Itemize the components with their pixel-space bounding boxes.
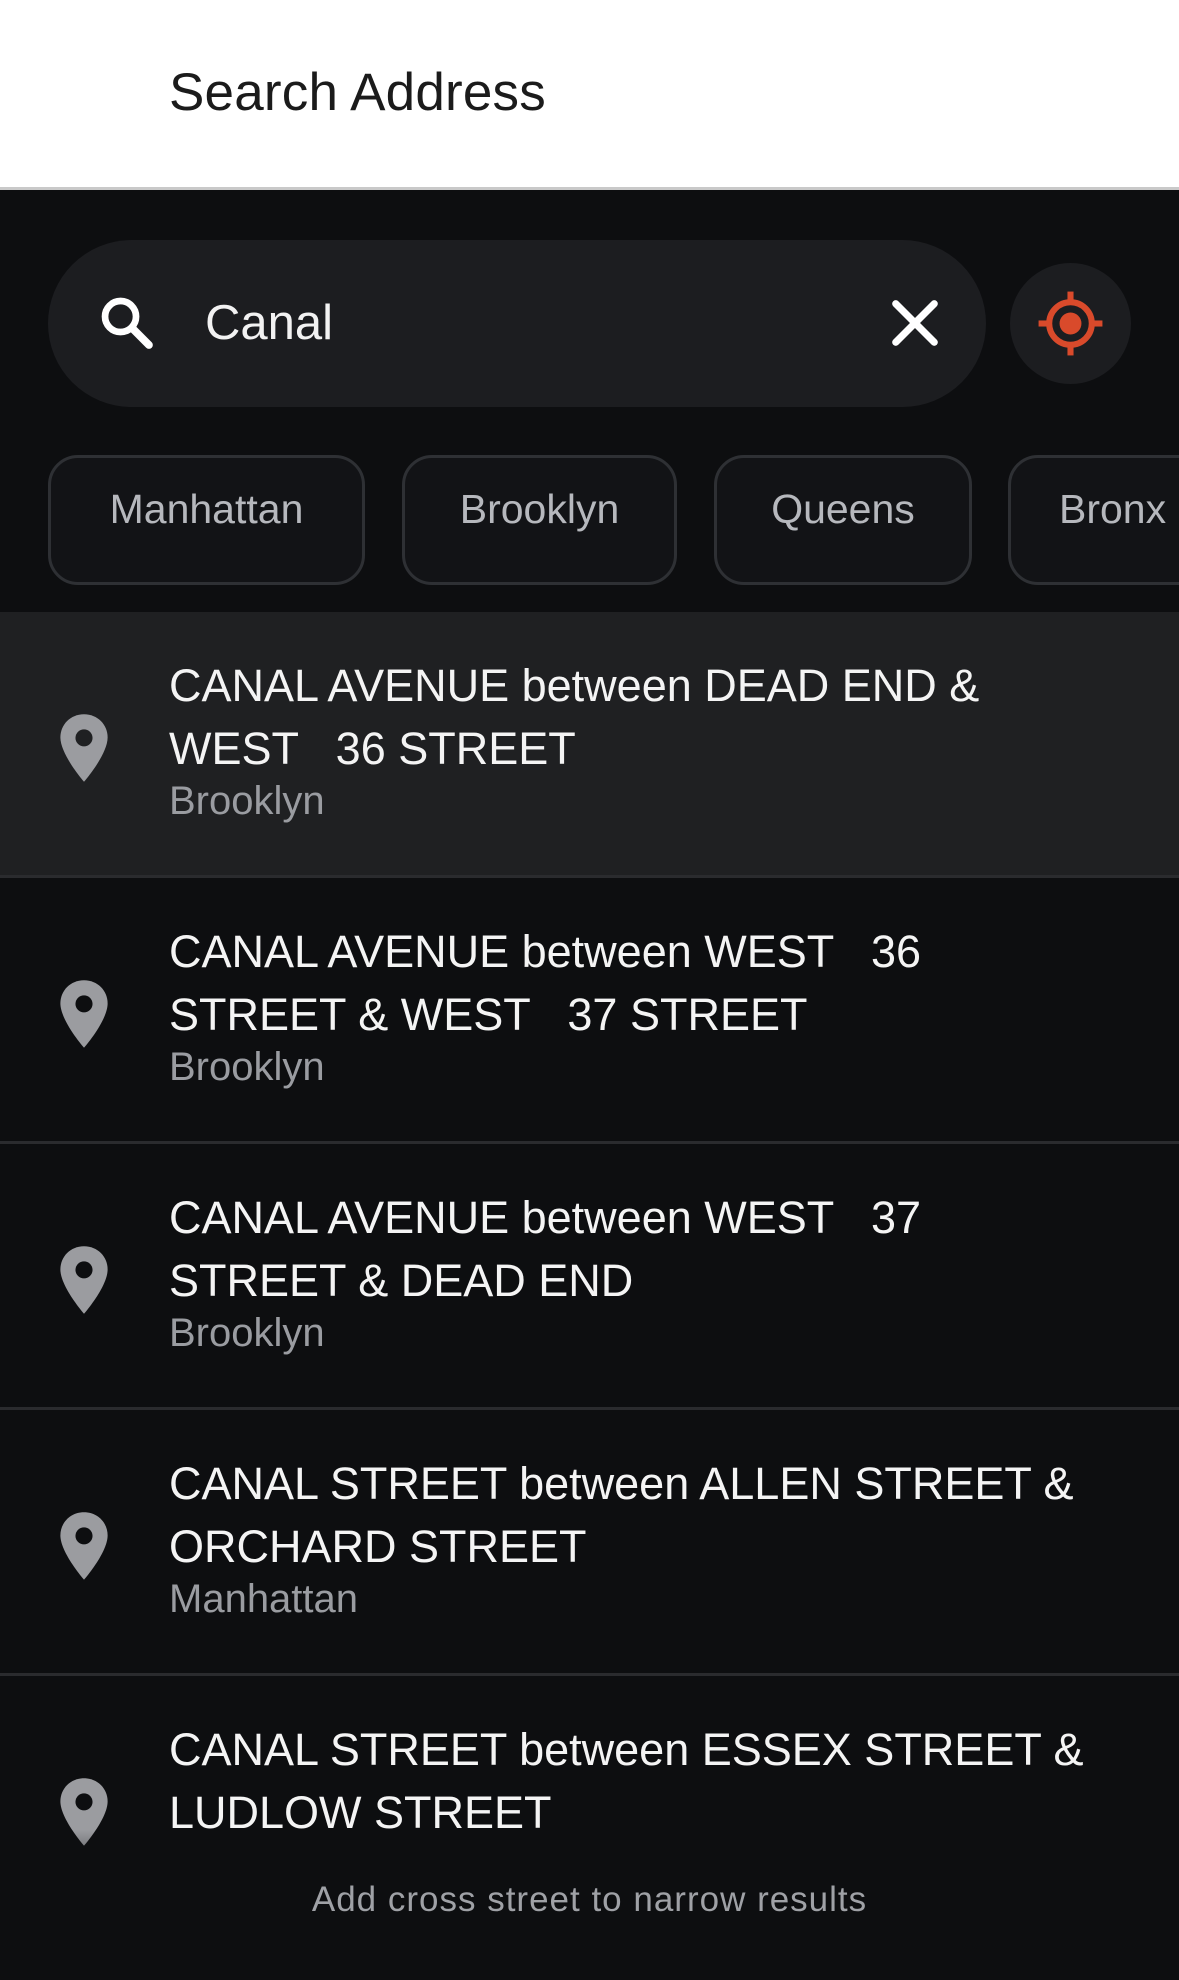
filter-chip-brooklyn[interactable]: Brooklyn (402, 455, 677, 585)
locate-me-button[interactable] (1010, 263, 1131, 384)
results-list: CANAL AVENUE between DEAD END & WEST 36 … (0, 612, 1179, 1980)
result-borough: Brooklyn (169, 1311, 325, 1355)
result-borough: Manhattan (169, 1577, 359, 1621)
search-bar (48, 240, 986, 407)
map-pin-icon (60, 1512, 108, 1580)
close-icon[interactable] (882, 290, 948, 356)
result-borough: Brooklyn (169, 1045, 325, 1089)
result-item[interactable]: CANAL AVENUE between WEST 37 STREET & DE… (0, 1144, 1179, 1410)
crosshair-icon (1038, 291, 1103, 356)
result-title: CANAL AVENUE between DEAD END & WEST 36 … (169, 660, 980, 774)
result-title: CANAL AVENUE between WEST 36 STREET & WE… (169, 926, 921, 1040)
app-header: Search Address (0, 0, 1179, 190)
map-pin-icon (60, 1246, 108, 1314)
search-input[interactable] (203, 282, 887, 364)
result-item[interactable]: CANAL AVENUE between DEAD END & WEST 36 … (0, 612, 1179, 878)
map-pin-icon (60, 980, 108, 1048)
result-title: CANAL AVENUE between WEST 37 STREET & DE… (169, 1192, 921, 1306)
result-item[interactable]: CANAL AVENUE between WEST 36 STREET & WE… (0, 878, 1179, 1144)
page-title: Search Address (169, 63, 546, 122)
search-icon (101, 297, 153, 349)
filter-chip-queens[interactable]: Queens (714, 455, 972, 585)
narrow-results-hint: Add cross street to narrow results (311, 1880, 868, 1919)
filter-chip-manhattan[interactable]: Manhattan (48, 455, 365, 585)
map-pin-icon (60, 714, 108, 782)
result-item[interactable]: CANAL STREET between ALLEN STREET & ORCH… (0, 1410, 1179, 1676)
filter-chip-bronx[interactable]: Bronx (1008, 455, 1179, 585)
borough-filter-row: Manhattan Brooklyn Queens Bronx (0, 455, 1179, 587)
result-title: CANAL STREET between ESSEX STREET & LUDL… (169, 1724, 1084, 1838)
result-borough: Brooklyn (169, 779, 325, 823)
result-title: CANAL STREET between ALLEN STREET & ORCH… (169, 1458, 1074, 1572)
